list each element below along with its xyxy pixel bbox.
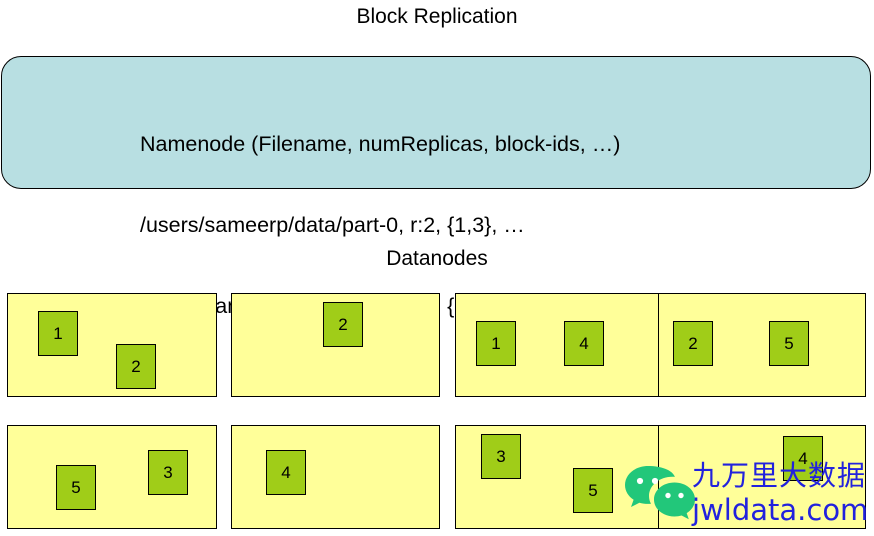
datanodes-label: Datanodes [386, 247, 488, 270]
datanode-box: 53 [7, 425, 217, 529]
data-block: 4 [783, 436, 823, 481]
datanode-box: 2 [231, 293, 440, 397]
data-block: 5 [573, 468, 613, 513]
data-block: 1 [476, 321, 516, 366]
datanode-box: 4 [231, 425, 440, 529]
namenode-line-1: Namenode (Filename, numReplicas, block-i… [140, 132, 621, 156]
datanode-box: 35 [455, 425, 664, 529]
namenode-line-2: /users/sameerp/data/part-0, r:2, {1,3}, … [140, 213, 525, 237]
page-title: Block Replication [356, 5, 518, 28]
namenode-box: Namenode (Filename, numReplicas, block-i… [1, 56, 871, 318]
data-block: 2 [323, 302, 363, 347]
data-block: 2 [116, 344, 156, 389]
datanode-box: 14 [455, 293, 664, 397]
datanode-box: 12 [7, 293, 217, 397]
data-block: 3 [148, 450, 188, 495]
data-block: 1 [38, 311, 78, 356]
datanode-box: 4 [658, 425, 866, 529]
data-block: 5 [56, 465, 96, 510]
data-block: 4 [266, 450, 306, 495]
data-block: 3 [481, 434, 521, 479]
data-block: 2 [673, 321, 713, 366]
data-block: 4 [564, 321, 604, 366]
data-block: 5 [769, 321, 809, 366]
datanode-box: 25 [658, 293, 866, 397]
